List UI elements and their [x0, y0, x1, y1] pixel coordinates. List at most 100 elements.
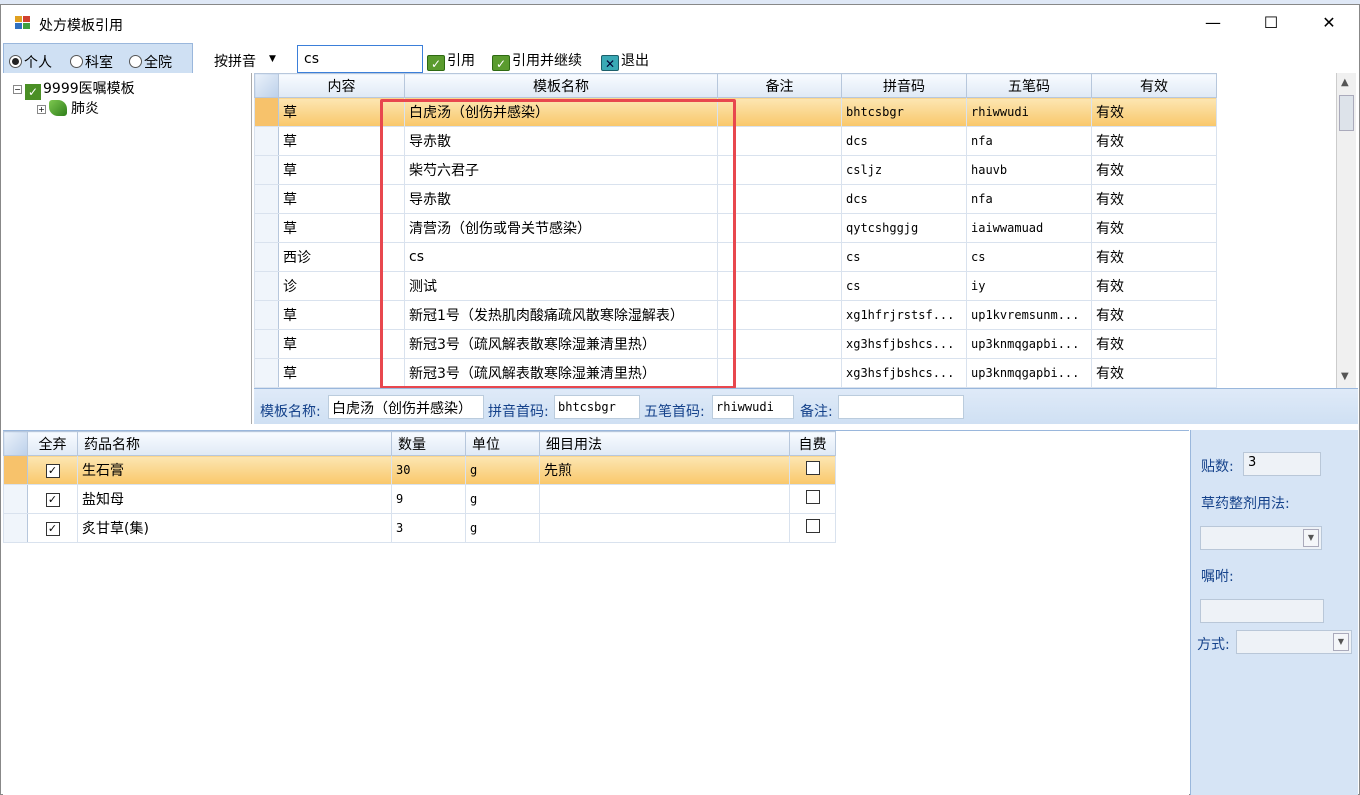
- cell-remark[interactable]: [717, 329, 842, 359]
- col-header-wubi[interactable]: 五笔码: [966, 73, 1092, 98]
- maximize-button[interactable]: ☐: [1242, 5, 1300, 41]
- cell-valid[interactable]: 有效: [1091, 358, 1217, 388]
- cell-content[interactable]: 草: [278, 126, 405, 156]
- name-field[interactable]: 白虎汤（创伤并感染）: [328, 395, 484, 419]
- chevron-down-icon[interactable]: ▼: [269, 54, 276, 64]
- cell-qty[interactable]: 3: [391, 513, 466, 543]
- row-selector[interactable]: [254, 213, 279, 243]
- discard-checkbox[interactable]: ✓: [45, 464, 60, 478]
- row-selector[interactable]: [254, 242, 279, 272]
- cell-content[interactable]: 草: [278, 184, 405, 214]
- cell-pinyin[interactable]: dcs: [841, 184, 967, 214]
- template-row[interactable]: 草柴芍六君子 csljz hauvb 有效: [254, 155, 1217, 185]
- tree-root[interactable]: − ✓ 9999医嘱模板: [13, 78, 135, 100]
- cell-content[interactable]: 草: [278, 329, 405, 359]
- cell-pinyin[interactable]: cs: [841, 271, 967, 301]
- radio-department[interactable]: 科室: [70, 52, 113, 72]
- pinyin-field[interactable]: bhtcsbgr: [554, 395, 640, 419]
- row-selector[interactable]: [254, 329, 279, 359]
- template-scrollbar[interactable]: ▲ ▼: [1336, 73, 1356, 388]
- col-header-drug-name[interactable]: 药品名称: [77, 431, 392, 456]
- minimize-button[interactable]: —: [1184, 5, 1242, 41]
- cell-valid[interactable]: 有效: [1091, 97, 1217, 127]
- template-row[interactable]: 西诊 cs cs cs 有效: [254, 242, 1217, 272]
- method-select[interactable]: ▼: [1236, 630, 1352, 654]
- cell-pinyin[interactable]: qytcshggjg: [841, 213, 967, 243]
- col-header-usage[interactable]: 细目用法: [539, 431, 790, 456]
- cell-drug-name[interactable]: 炙甘草(集): [77, 513, 392, 543]
- cell-content[interactable]: 西诊: [278, 242, 405, 272]
- template-row[interactable]: 草新冠3号（疏风解表散寒除湿兼清里热） xg3hsfjbshcs... up3knm…: [254, 329, 1217, 359]
- cell-valid[interactable]: 有效: [1091, 184, 1217, 214]
- row-selector[interactable]: [254, 126, 279, 156]
- cell-template-name[interactable]: 导赤散: [404, 126, 718, 156]
- cell-wubi[interactable]: up3knmqgapbi...: [966, 329, 1092, 359]
- chevron-down-icon[interactable]: ▼: [1333, 633, 1349, 651]
- cell-template-name[interactable]: 新冠3号（疏风解表散寒除湿兼清里热）: [404, 329, 718, 359]
- row-selector[interactable]: [254, 271, 279, 301]
- template-row[interactable]: 草导赤散 dcs nfa 有效: [254, 126, 1217, 156]
- cell-template-name[interactable]: 新冠1号（发热肌肉酸痛疏风散寒除湿解表）: [404, 300, 718, 330]
- col-header-pinyin[interactable]: 拼音码: [841, 73, 967, 98]
- apply-continue-button[interactable]: ✓ 引用并继续: [492, 50, 582, 71]
- template-row[interactable]: 草新冠1号（发热肌肉酸痛疏风散寒除湿解表） xg1hfrjrstsf... up1k…: [254, 300, 1217, 330]
- cell-qty[interactable]: 30: [391, 455, 466, 485]
- cell-remark[interactable]: [717, 184, 842, 214]
- cell-content[interactable]: 诊: [278, 271, 405, 301]
- self-pay-checkbox[interactable]: [805, 519, 820, 533]
- cell-usage[interactable]: [539, 484, 790, 514]
- chevron-down-icon[interactable]: ▼: [1303, 529, 1319, 547]
- col-header-name[interactable]: 模板名称: [404, 73, 718, 98]
- cell-drug-name[interactable]: 生石膏: [77, 455, 392, 485]
- dose-field[interactable]: 3: [1243, 452, 1321, 476]
- template-row[interactable]: 草清营汤（创伤或骨关节感染） qytcshggjg iaiwwamuad 有效: [254, 213, 1217, 243]
- advice-field[interactable]: [1200, 599, 1324, 623]
- self-pay-checkbox[interactable]: [805, 461, 820, 475]
- cell-remark[interactable]: [717, 271, 842, 301]
- self-pay-checkbox[interactable]: [805, 490, 820, 504]
- apply-button[interactable]: ✓ 引用: [427, 50, 475, 71]
- cell-remark[interactable]: [717, 97, 842, 127]
- cell-pinyin[interactable]: bhtcsbgr: [841, 97, 967, 127]
- drug-row[interactable]: ✓ 炙甘草(集) 3 g: [3, 513, 836, 543]
- cell-content[interactable]: 草: [278, 358, 405, 388]
- cell-pinyin[interactable]: xg1hfrjrstsf...: [841, 300, 967, 330]
- row-selector[interactable]: [254, 358, 279, 388]
- col-header-unit[interactable]: 单位: [465, 431, 540, 456]
- cell-qty[interactable]: 9: [391, 484, 466, 514]
- row-selector[interactable]: [3, 455, 28, 485]
- cell-valid[interactable]: 有效: [1091, 213, 1217, 243]
- row-selector[interactable]: [3, 513, 28, 543]
- cell-unit[interactable]: g: [465, 513, 540, 543]
- cell-pinyin[interactable]: cs: [841, 242, 967, 272]
- col-header-valid[interactable]: 有效: [1091, 73, 1217, 98]
- cell-unit[interactable]: g: [465, 484, 540, 514]
- cell-remark[interactable]: [717, 300, 842, 330]
- col-header-discard-all[interactable]: 全弃: [27, 431, 78, 456]
- discard-checkbox[interactable]: ✓: [45, 522, 60, 536]
- cell-template-name[interactable]: 新冠3号（疏风解表散寒除湿兼清里热）: [404, 358, 718, 388]
- expand-icon[interactable]: +: [37, 105, 46, 114]
- col-header-remark[interactable]: 备注: [717, 73, 842, 98]
- cell-remark[interactable]: [717, 242, 842, 272]
- close-button[interactable]: ✕: [1300, 5, 1358, 41]
- cell-valid[interactable]: 有效: [1091, 329, 1217, 359]
- col-header-content[interactable]: 内容: [278, 73, 405, 98]
- cell-content[interactable]: 草: [278, 97, 405, 127]
- row-selector[interactable]: [3, 484, 28, 514]
- col-header-qty[interactable]: 数量: [391, 431, 466, 456]
- cell-wubi[interactable]: hauvb: [966, 155, 1092, 185]
- cell-template-name[interactable]: cs: [404, 242, 718, 272]
- exit-button[interactable]: ✕ 退出: [601, 50, 649, 71]
- scroll-down-icon[interactable]: ▼: [1341, 371, 1349, 382]
- cell-drug-name[interactable]: 盐知母: [77, 484, 392, 514]
- cell-remark[interactable]: [717, 155, 842, 185]
- row-selector[interactable]: [254, 155, 279, 185]
- cell-content[interactable]: 草: [278, 213, 405, 243]
- cell-pinyin[interactable]: dcs: [841, 126, 967, 156]
- cell-template-name[interactable]: 导赤散: [404, 184, 718, 214]
- col-header-self-pay[interactable]: 自费: [789, 431, 836, 456]
- cell-pinyin[interactable]: csljz: [841, 155, 967, 185]
- template-row[interactable]: 草白虎汤（创伤并感染） bhtcsbgr rhiwwudi 有效: [254, 97, 1217, 127]
- cell-template-name[interactable]: 白虎汤（创伤并感染）: [404, 97, 718, 127]
